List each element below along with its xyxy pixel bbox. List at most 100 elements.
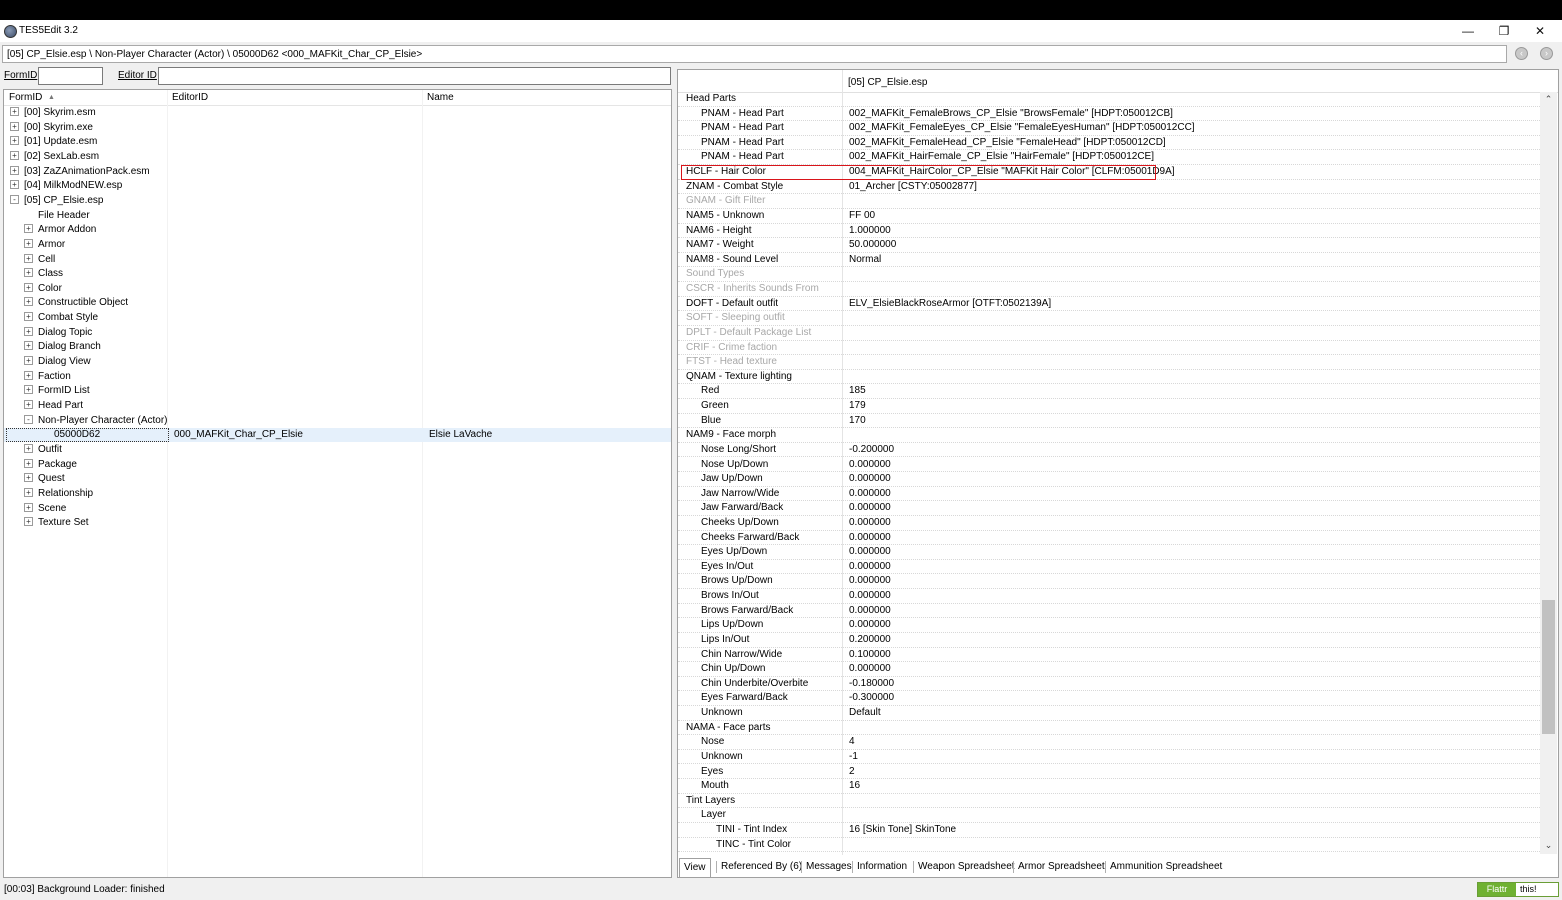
record-field-row[interactable]: Eyes 2 (678, 765, 1540, 780)
record-field-row[interactable]: Sound Types (678, 267, 1540, 283)
expand-icon[interactable]: + (24, 282, 33, 292)
tree-row[interactable]: + [00] Skyrim.esm (4, 106, 671, 120)
collapse-icon[interactable]: - (10, 194, 19, 204)
tree-row[interactable]: + Package (4, 458, 671, 472)
field-value[interactable]: 179 (849, 400, 866, 411)
tree-row[interactable]: + [01] Update.esm (4, 135, 671, 149)
tree-row[interactable]: + Quest (4, 472, 671, 486)
expand-icon[interactable]: + (24, 400, 33, 409)
record-field-row[interactable]: Unknown Default (678, 706, 1540, 721)
editorid-filter-input[interactable] (158, 67, 671, 85)
record-field-row[interactable]: CSCR - Inherits Sounds From (678, 282, 1540, 297)
expand-icon[interactable]: + (24, 312, 33, 322)
tree-row[interactable]: + Scene (4, 502, 671, 516)
field-value[interactable]: 0.000000 (849, 561, 891, 572)
expand-icon[interactable]: + (24, 502, 33, 512)
column-formid[interactable]: FormID (9, 92, 42, 103)
column-editorid[interactable]: EditorID (172, 92, 208, 103)
field-value[interactable]: -0.300000 (849, 692, 894, 703)
record-field-row[interactable]: Head Parts (678, 92, 1540, 107)
expand-icon[interactable]: + (24, 224, 33, 234)
expand-icon[interactable]: + (24, 238, 33, 248)
expand-icon[interactable]: + (24, 268, 33, 278)
restore-button[interactable]: ❐ (1486, 20, 1522, 42)
field-value[interactable]: 16 [Skin Tone] SkinTone (849, 824, 956, 835)
record-field-row[interactable]: Eyes In/Out 0.000000 (678, 560, 1540, 575)
record-field-row[interactable]: NAM9 - Face morph (678, 428, 1540, 443)
field-value[interactable]: 0.000000 (849, 546, 891, 557)
tree-row[interactable]: + [02] SexLab.esm (4, 150, 671, 164)
forward-icon[interactable]: › (1540, 47, 1553, 60)
record-field-row[interactable]: DOFT - Default outfit ELV_ElsieBlackRoseA… (678, 297, 1540, 312)
tree-row[interactable]: + Relationship (4, 487, 671, 501)
record-field-row[interactable]: PNAM - Head Part 002_MAFKit_FemaleBrows_C… (678, 107, 1540, 122)
scroll-up-icon[interactable]: ⌃ (1543, 94, 1554, 105)
record-field-row[interactable]: NAM5 - Unknown FF 00 (678, 209, 1540, 224)
field-value[interactable]: 0.000000 (849, 590, 891, 601)
tab-armor-spreadsheet[interactable]: Armor Spreadsheet (1018, 861, 1105, 876)
tree-row[interactable]: + Class (4, 267, 671, 281)
tree-row[interactable]: + Dialog Topic (4, 326, 671, 340)
collapse-icon[interactable]: - (24, 414, 33, 424)
expand-icon[interactable]: + (24, 517, 33, 527)
record-field-row[interactable]: NAM8 - Sound Level Normal (678, 253, 1540, 268)
field-value[interactable]: 50.000000 (849, 239, 896, 250)
expand-icon[interactable]: + (24, 341, 33, 351)
expand-icon[interactable]: + (24, 385, 33, 395)
tree-row[interactable]: + Head Part (4, 399, 671, 413)
field-value[interactable]: 002_MAFKit_FemaleEyes_CP_Elsie "FemaleEy… (849, 122, 1195, 133)
field-value[interactable]: 002_MAFKit_HairFemale_CP_Elsie "HairFema… (849, 151, 1154, 162)
record-field-row[interactable]: Layer (678, 808, 1540, 823)
field-value[interactable]: 0.000000 (849, 605, 891, 616)
field-value[interactable]: 2 (849, 766, 855, 777)
field-value[interactable]: Normal (849, 254, 881, 265)
tree-row[interactable]: + Outfit (4, 443, 671, 457)
field-value[interactable]: 0.000000 (849, 532, 891, 543)
record-scrollbar[interactable]: ⌃ ⌄ (1540, 92, 1557, 854)
field-value[interactable]: 002_MAFKit_FemaleBrows_CP_Elsie "BrowsFe… (849, 108, 1173, 119)
back-icon[interactable]: ‹ (1515, 47, 1528, 60)
expand-icon[interactable]: + (10, 150, 19, 160)
record-field-row[interactable]: ZNAM - Combat Style 01_Archer [CSTY:05002… (678, 180, 1540, 195)
record-field-row[interactable]: Cheeks Up/Down 0.000000 (678, 516, 1540, 531)
close-button[interactable]: ✕ (1522, 20, 1558, 42)
record-field-row[interactable]: GNAM - Gift Filter (678, 194, 1540, 209)
record-field-row[interactable]: TINI - Tint Index 16 [Skin Tone] SkinTone (678, 823, 1540, 838)
field-value[interactable]: 0.000000 (849, 459, 891, 470)
tab-referenced-by[interactable]: Referenced By (6) (721, 861, 802, 876)
record-field-row[interactable]: Chin Narrow/Wide 0.100000 (678, 648, 1540, 663)
record-field-row[interactable]: SOFT - Sleeping outfit (678, 311, 1540, 326)
tree-row[interactable]: + [00] Skyrim.exe (4, 121, 671, 135)
tree-row[interactable]: File Header (4, 209, 671, 223)
field-value[interactable]: 0.000000 (849, 488, 891, 499)
expand-icon[interactable]: + (24, 487, 33, 497)
record-field-row[interactable]: Green 179 (678, 399, 1540, 414)
record-field-row[interactable]: TINC - Tint Color (678, 838, 1540, 853)
tree-row[interactable]: + Armor (4, 238, 671, 252)
record-field-row[interactable]: Mouth 16 (678, 779, 1540, 794)
tab-information[interactable]: Information (857, 861, 907, 876)
field-value[interactable]: -1 (849, 751, 858, 762)
tree-row[interactable]: + Texture Set (4, 516, 671, 530)
record-field-row[interactable]: Tint Layers (678, 794, 1540, 809)
tree-row[interactable]: + [03] ZaZAnimationPack.esm (4, 165, 671, 179)
tree-row[interactable]: + Faction (4, 370, 671, 384)
tree-row[interactable]: + Constructible Object (4, 296, 671, 310)
record-field-row[interactable]: CRIF - Crime faction (678, 341, 1540, 356)
tree-row-selected[interactable]: 05000D62 000_MAFKit_Char_CP_Elsie Elsie La… (4, 428, 671, 443)
expand-icon[interactable]: + (24, 253, 33, 263)
tree-row[interactable]: - Non-Player Character (Actor) (4, 414, 671, 428)
field-value[interactable]: 1.000000 (849, 225, 891, 236)
record-field-row[interactable]: Blue 170 (678, 414, 1540, 429)
expand-icon[interactable]: + (10, 107, 19, 116)
record-field-row[interactable]: Cheeks Farward/Back 0.000000 (678, 531, 1540, 546)
record-field-row[interactable]: Jaw Up/Down 0.000000 (678, 472, 1540, 487)
expand-icon[interactable]: + (24, 370, 33, 380)
field-value[interactable]: 0.000000 (849, 663, 891, 674)
record-field-row[interactable]: NAM6 - Height 1.000000 (678, 224, 1540, 239)
scroll-thumb[interactable] (1542, 600, 1555, 734)
field-value[interactable]: 0.000000 (849, 502, 891, 513)
expand-icon[interactable]: + (24, 356, 33, 366)
record-field-row[interactable]: QNAM - Texture lighting (678, 370, 1540, 385)
field-value[interactable]: 170 (849, 415, 866, 426)
